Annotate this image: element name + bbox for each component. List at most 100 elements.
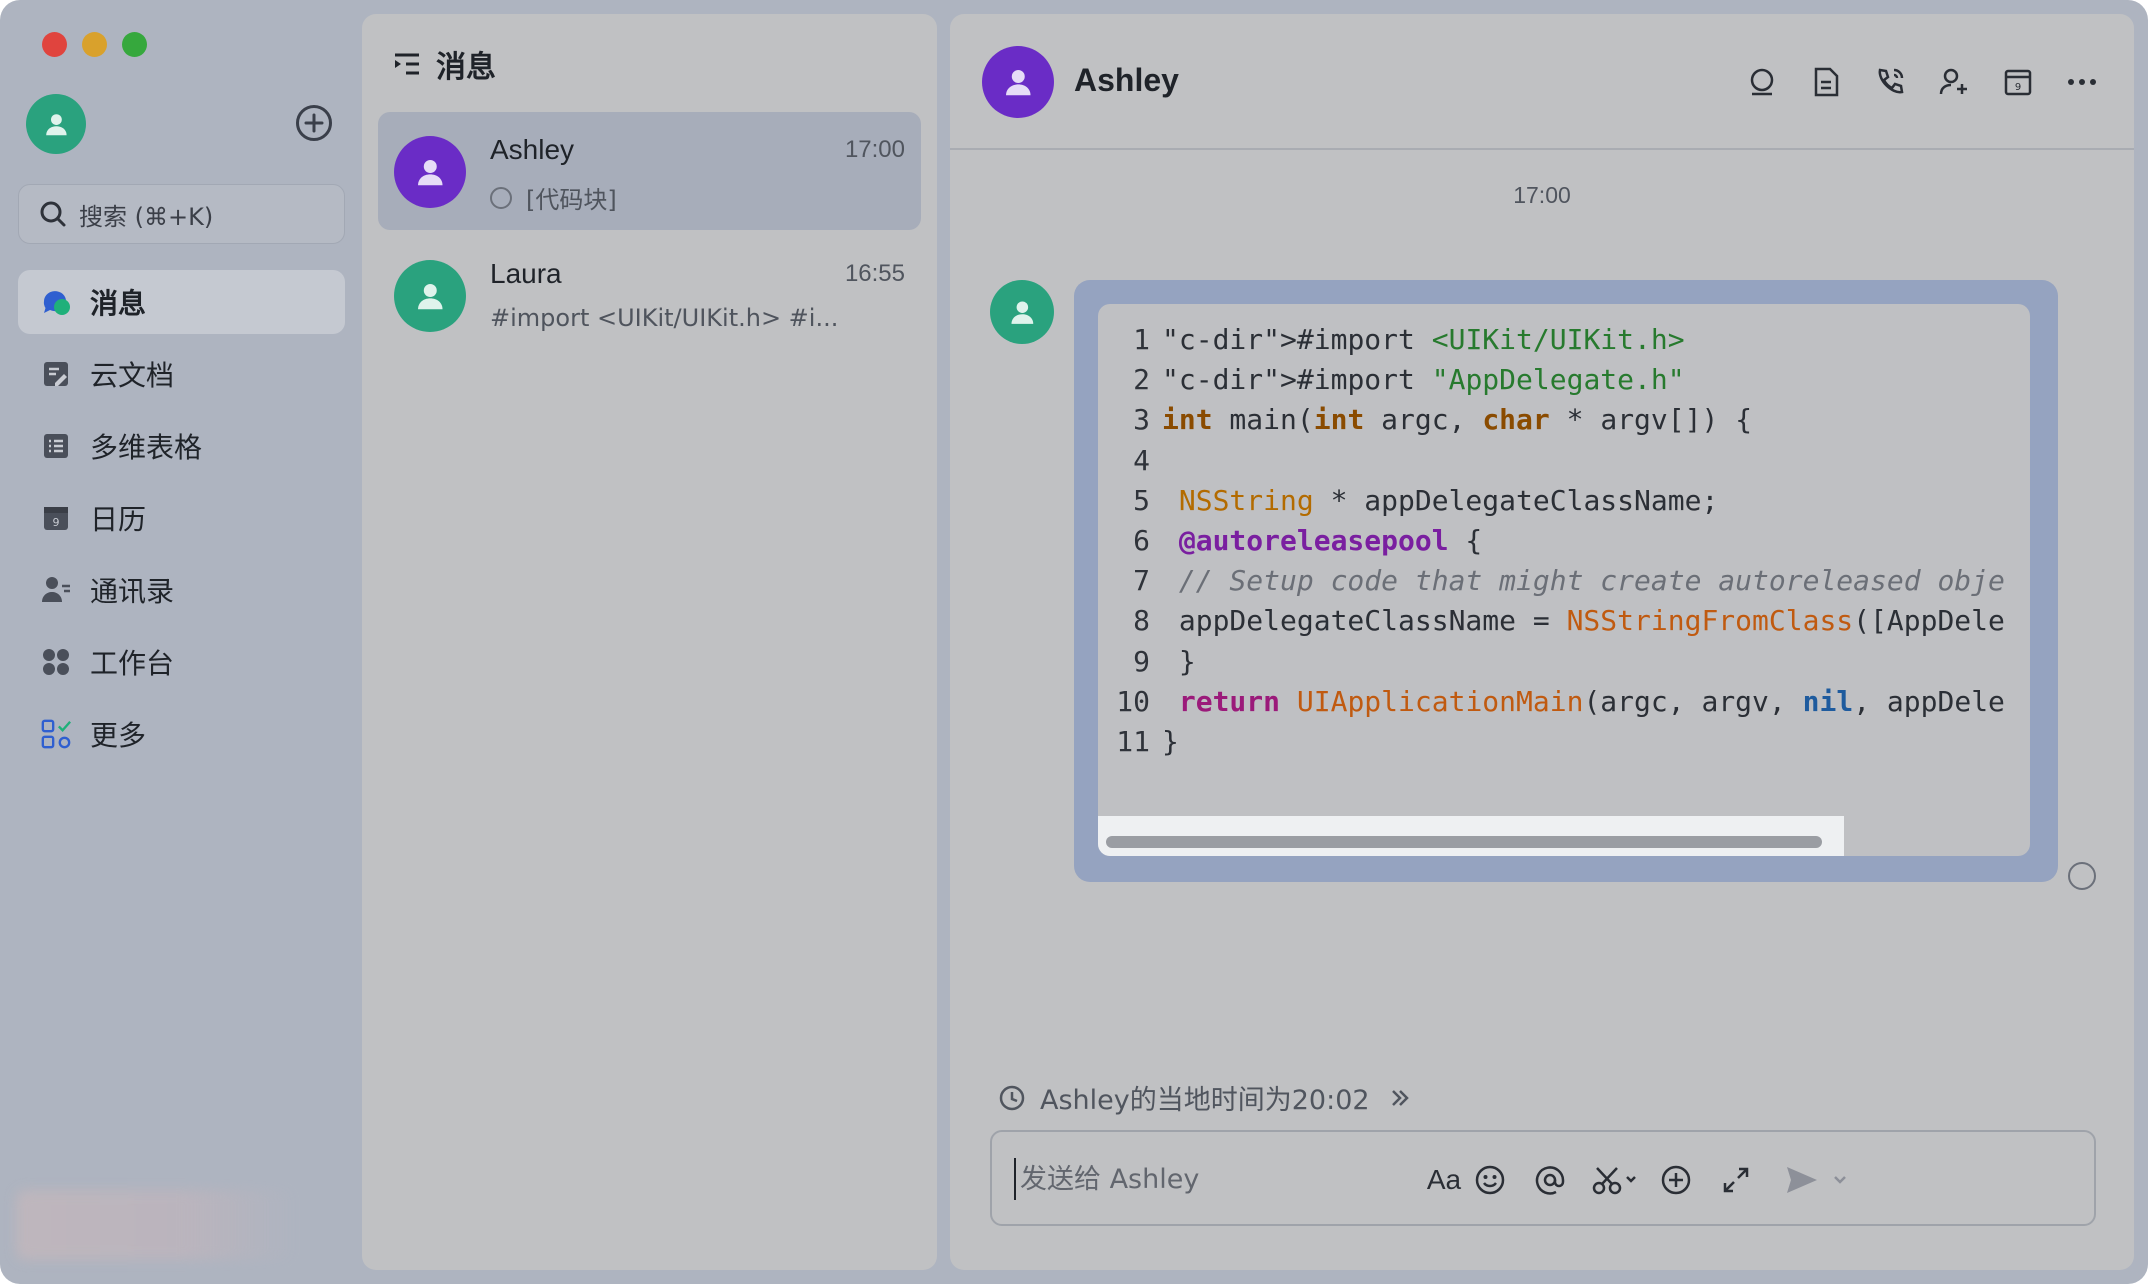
- code-line: 4: [1098, 441, 2008, 481]
- code-text: "c-dir">#import "AppDelegate.h": [1162, 363, 1685, 397]
- emoji-button[interactable]: [1470, 1160, 1510, 1200]
- sidebar: 搜索 (⌘+K) 消息 云文档 多维表格 9 日历 通讯录 工作台 更多: [0, 0, 360, 1284]
- sidebar-item-label: 更多: [90, 719, 147, 752]
- base-table-icon: [40, 430, 72, 462]
- docs-button[interactable]: [1808, 64, 1844, 100]
- person-icon: [1011, 301, 1033, 324]
- line-number: 2: [1133, 363, 1150, 397]
- send-options-button[interactable]: [1826, 1160, 1854, 1200]
- text-format-icon: Aa: [1426, 1164, 1462, 1195]
- expand-icon: [1723, 1167, 1749, 1193]
- add-member-icon: [1939, 68, 1967, 95]
- chat-panel: Ashley 9 17:00 1 "c-dir">#import <UIKit/…: [950, 14, 2134, 1270]
- person-icon: [45, 113, 67, 135]
- screenshot-button[interactable]: [1588, 1160, 1644, 1200]
- sidebar-item-label: 通讯录: [90, 575, 175, 608]
- minimize-window-button[interactable]: [82, 32, 107, 57]
- sidebar-item-label: 工作台: [90, 647, 175, 680]
- create-button[interactable]: [296, 105, 332, 141]
- calendar-icon: 9: [40, 502, 72, 534]
- message-bubble[interactable]: 1 "c-dir">#import <UIKit/UIKit.h> 2 "c-dir"…: [1074, 280, 2058, 882]
- svg-text:9: 9: [2015, 82, 2021, 93]
- more-options-button[interactable]: [2064, 64, 2100, 100]
- sidebar-item-base[interactable]: 多维表格: [18, 414, 345, 478]
- add-attachment-button[interactable]: [1656, 1160, 1696, 1200]
- add-member-button[interactable]: [1936, 64, 1972, 100]
- code-text: return UIApplicationMain(argc, argv, nil…: [1178, 684, 2005, 718]
- code-line: 9 }: [1098, 642, 2008, 682]
- search-in-chat-button[interactable]: [1744, 64, 1780, 100]
- chevron-down-icon: [1834, 1176, 1846, 1184]
- line-number: 5: [1133, 483, 1150, 517]
- code-line: 5 NSString * appDelegateClassName;: [1098, 481, 2008, 521]
- emoji-icon: [1475, 1165, 1505, 1195]
- line-number: 8: [1133, 604, 1150, 638]
- code-text: appDelegateClassName = NSStringFromClass…: [1162, 604, 2005, 638]
- avatar: [394, 136, 466, 208]
- send-button[interactable]: [1782, 1160, 1822, 1200]
- code-line: 6 @autoreleasepool {: [1098, 521, 2008, 561]
- mention-button[interactable]: [1530, 1160, 1570, 1200]
- clock-icon: [999, 1085, 1025, 1110]
- app-window: 搜索 (⌘+K) 消息 云文档 多维表格 9 日历 通讯录 工作台 更多 消息 …: [0, 0, 2148, 1284]
- chat-title: Ashley: [1074, 62, 1179, 98]
- local-time-hint: Ashley的当地时间为20:02: [998, 1078, 1412, 1117]
- conversation-item-ashley[interactable]: Ashley 17:00 [代码块]: [378, 112, 921, 230]
- close-window-button[interactable]: [42, 32, 67, 57]
- sidebar-item-messages[interactable]: 消息: [18, 270, 345, 334]
- code-line: 2 "c-dir">#import "AppDelegate.h": [1098, 360, 2008, 400]
- person-icon: [1005, 69, 1031, 95]
- blurred-banner: [16, 1190, 296, 1260]
- profile-avatar[interactable]: [26, 94, 86, 154]
- search-placeholder: 搜索 (⌘+K): [79, 202, 214, 231]
- chat-header: Ashley 9: [950, 14, 2134, 150]
- zoom-window-button[interactable]: [122, 32, 147, 57]
- workplace-icon: [40, 646, 72, 678]
- chat-avatar[interactable]: [982, 46, 1054, 118]
- add-icon: [1661, 1165, 1691, 1195]
- avatar: [394, 260, 466, 332]
- conversation-time: 16:55: [844, 260, 905, 287]
- conversation-list: 消息 Ashley 17:00 [代码块] Laura 16:55 #impor…: [362, 14, 937, 1270]
- scrollbar-thumb[interactable]: [1106, 836, 1822, 848]
- sidebar-item-label: 日历: [90, 503, 147, 536]
- search-box[interactable]: 搜索 (⌘+K): [18, 184, 345, 244]
- code-text: NSString * appDelegateClassName;: [1178, 483, 1719, 517]
- code-line: 7 // Setup code that might create autore…: [1098, 561, 2008, 601]
- text-format-button[interactable]: Aa: [1424, 1160, 1464, 1200]
- document-icon: [1814, 67, 1839, 97]
- screenshot-icon: [1592, 1167, 1636, 1195]
- line-number: 3: [1133, 403, 1150, 437]
- line-number: 11: [1116, 725, 1150, 758]
- svg-text:9: 9: [53, 516, 60, 529]
- sidebar-item-workplace[interactable]: 工作台: [18, 630, 345, 694]
- messages-icon: [40, 286, 72, 318]
- double-chevron-right-icon[interactable]: [1388, 1086, 1412, 1110]
- unread-status-icon: [490, 186, 512, 209]
- sender-avatar[interactable]: [990, 280, 1054, 344]
- search-icon: [1750, 68, 1774, 96]
- local-time-text: Ashley的当地时间为20:02: [1040, 1085, 1370, 1116]
- code-block[interactable]: 1 "c-dir">#import <UIKit/UIKit.h> 2 "c-dir"…: [1098, 304, 2030, 856]
- expand-composer-button[interactable]: [1716, 1160, 1756, 1200]
- read-status-icon: [2068, 862, 2096, 890]
- code-line: 8 appDelegateClassName = NSStringFromCla…: [1098, 601, 2008, 641]
- sidebar-item-calendar[interactable]: 9 日历: [18, 486, 345, 550]
- conversation-item-laura[interactable]: Laura 16:55 #import <UIKit/UIKit.h> #i..…: [378, 236, 921, 354]
- sidebar-item-more[interactable]: 更多: [18, 702, 345, 766]
- mention-icon: [1535, 1166, 1565, 1195]
- line-number: 7: [1133, 564, 1150, 598]
- sidebar-item-cloud-docs[interactable]: 云文档: [18, 342, 345, 406]
- list-menu-icon[interactable]: [392, 49, 422, 79]
- code-text: "c-dir">#import <UIKit/UIKit.h>: [1162, 323, 1685, 356]
- contacts-icon: [40, 574, 72, 606]
- conversation-name: Laura: [490, 258, 562, 289]
- code-line: 10 return UIApplicationMain(argc, argv, …: [1098, 682, 2008, 722]
- preview-text: #import <UIKit/UIKit.h> #i...: [490, 304, 839, 332]
- plus-icon: [304, 113, 324, 133]
- voice-call-button[interactable]: [1872, 64, 1908, 100]
- horizontal-scrollbar[interactable]: [1098, 816, 1844, 856]
- calendar-button[interactable]: 9: [2000, 64, 2036, 100]
- phone-call-icon: [1878, 68, 1904, 94]
- sidebar-item-contacts[interactable]: 通讯录: [18, 558, 345, 622]
